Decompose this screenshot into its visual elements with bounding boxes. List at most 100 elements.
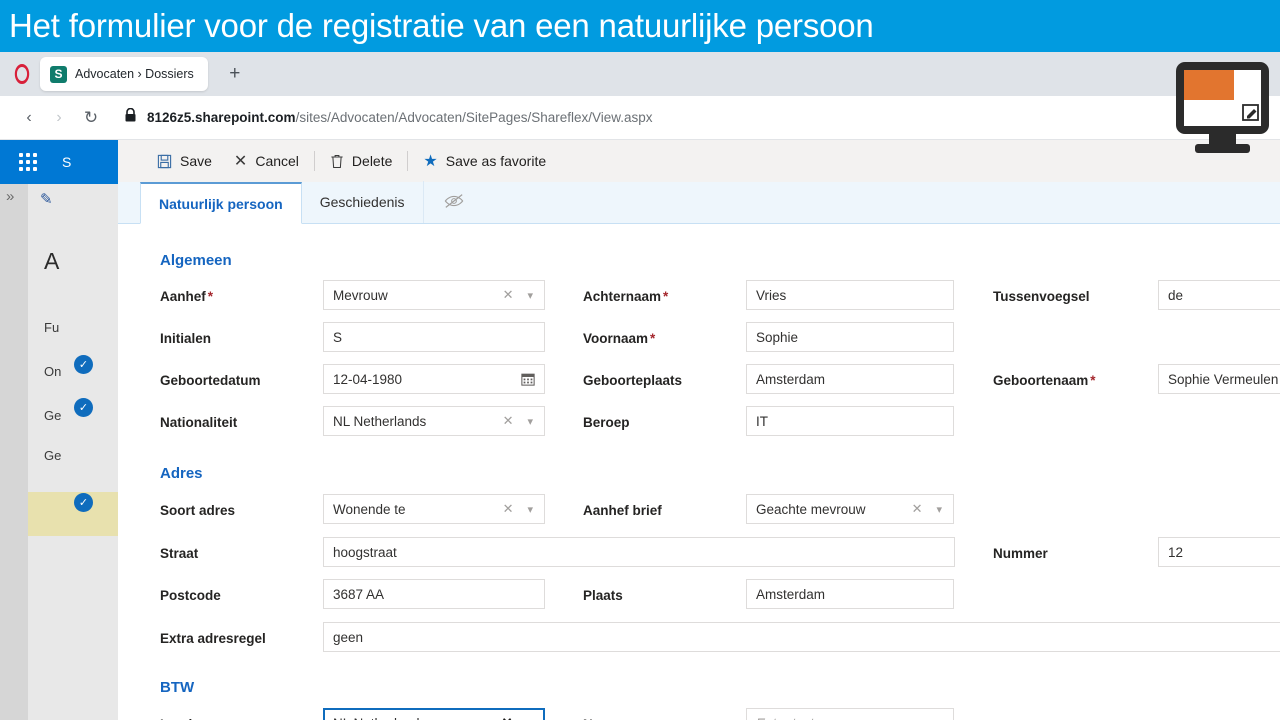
form-dialog: Save ✕ Cancel Delete ★ Save as favorite … (118, 140, 1280, 720)
browser-address-bar: ‹ › ↻ 8126z5.sharepoint.com/sites/Advoca… (0, 96, 1280, 140)
sharepoint-waffle-button[interactable] (0, 140, 56, 184)
background-label-3: Ge (44, 408, 62, 423)
field-aanhef-brief-value: Geachte mevrouw (756, 501, 866, 517)
clear-icon[interactable]: ✕ (503, 413, 514, 429)
field-btw-nummer[interactable]: Enter text (746, 708, 954, 720)
browser-window: S Advocaten › Dossiers + ‹ › ↻ 8126z5.sh… (0, 52, 1280, 720)
label-initialen: Initialen (160, 331, 212, 346)
sharepoint-icon: S (50, 65, 67, 83)
section-title-adres: Adres (160, 465, 203, 482)
label-straat: Straat (160, 546, 199, 561)
cancel-label: Cancel (255, 153, 299, 169)
save-as-favorite-button[interactable]: ★ Save as favorite (412, 140, 557, 182)
field-plaats[interactable]: Amsterdam (746, 579, 954, 609)
eye-slash-icon (444, 193, 464, 212)
clear-icon[interactable]: ✕ (503, 287, 514, 303)
label-geboortedatum: Geboortedatum (160, 373, 261, 388)
label-plaats: Plaats (583, 588, 623, 603)
clear-icon[interactable]: ✕ (503, 501, 514, 517)
field-voornaam-value: Sophie (756, 329, 799, 345)
url-text[interactable]: 8126z5.sharepoint.com/sites/Advocaten/Ad… (147, 110, 653, 125)
label-postcode: Postcode (160, 588, 221, 603)
chevron-down-icon[interactable]: ▾ (936, 503, 942, 516)
field-geboortedatum[interactable]: 12-04-1980 (323, 364, 545, 394)
trash-icon (330, 154, 344, 169)
field-geboortenaam[interactable]: Sophie Vermeulen (1158, 364, 1280, 394)
field-initialen-value: S (333, 329, 343, 345)
save-label: Save (180, 153, 212, 169)
field-geboortenaam-value: Sophie Vermeulen (1168, 371, 1279, 387)
lock-icon (124, 107, 137, 128)
field-aanhef[interactable]: Mevrouw ✕ ▾ (323, 280, 545, 310)
close-icon: ✕ (233, 153, 248, 170)
cancel-button[interactable]: ✕ Cancel (223, 140, 310, 182)
field-soort-adres[interactable]: Wonende te ✕ ▾ (323, 494, 545, 524)
background-highlighted-row (28, 492, 118, 536)
edit-pencil-icon: ✎ (40, 191, 53, 208)
tab-natuurlijk-persoon[interactable]: Natuurlijk persoon (140, 182, 302, 224)
field-achternaam-value: Vries (756, 287, 787, 303)
field-aanhef-brief[interactable]: Geachte mevrouw ✕ ▾ (746, 494, 954, 524)
field-beroep[interactable]: IT (746, 406, 954, 436)
field-extra-adresregel[interactable]: geen (323, 622, 1280, 652)
label-aanhef: Aanhef * (160, 289, 214, 304)
save-button[interactable]: Save (146, 140, 223, 182)
background-left-rail (0, 184, 28, 720)
background-title: A (44, 248, 60, 274)
label-geboortenaam: Geboortenaam * (993, 373, 1096, 388)
chevron-down-icon[interactable]: ▾ (526, 717, 532, 720)
field-nationaliteit[interactable]: NL Netherlands ✕ ▾ (323, 406, 545, 436)
waffle-icon (19, 153, 37, 171)
page-banner: Het formulier voor de registratie van ee… (0, 0, 1280, 52)
chevron-down-icon[interactable]: ▾ (527, 503, 533, 516)
page-content: S » ✎ A Fu On Ge Ge ✓ ✓ ✓ Advoca (0, 140, 1280, 720)
tab-hidden-fields[interactable] (424, 181, 484, 223)
field-straat[interactable]: hoogstraat (323, 537, 955, 567)
field-geboorteplaats[interactable]: Amsterdam (746, 364, 954, 394)
opera-logo-icon (14, 64, 30, 84)
field-nationaliteit-value: NL Netherlands (333, 413, 427, 429)
background-label-4: Ge (44, 448, 62, 463)
label-nummer: Nummer (993, 546, 1048, 561)
field-postcode[interactable]: 3687 AA (323, 579, 545, 609)
new-tab-button[interactable]: + (222, 61, 248, 87)
label-geboorteplaats: Geboorteplaats (583, 373, 683, 388)
section-title-btw: BTW (160, 679, 195, 696)
back-icon[interactable]: ‹ (14, 103, 44, 133)
label-tussenvoegsel: Tussenvoegsel (993, 289, 1090, 304)
label-beroep: Beroep (583, 415, 630, 430)
form-body: Algemeen Aanhef * Mevrouw ✕ ▾ Achternaam *… (118, 224, 1280, 720)
field-initialen[interactable]: S (323, 322, 545, 352)
browser-tab[interactable]: S Advocaten › Dossiers (40, 57, 208, 91)
field-tussenvoegsel[interactable]: de (1158, 280, 1280, 310)
field-nummer[interactable]: 12 (1158, 537, 1280, 567)
field-land[interactable]: NL Netherlands ✕ ▾ (323, 708, 545, 720)
chevron-down-icon[interactable]: ▾ (527, 415, 533, 428)
form-tab-bar: Natuurlijk persoon Geschiedenis (118, 181, 1280, 224)
browser-tab-title: Advocaten › Dossiers (75, 67, 194, 81)
chevron-down-icon[interactable]: ▾ (527, 289, 533, 302)
tab-natuurlijk-persoon-label: Natuurlijk persoon (159, 195, 283, 212)
label-achternaam: Achternaam * (583, 289, 669, 304)
reload-icon[interactable]: ↻ (76, 103, 106, 133)
calendar-icon[interactable] (521, 372, 535, 386)
field-extra-adresregel-value: geen (333, 629, 364, 645)
clear-icon[interactable]: ✕ (502, 715, 513, 720)
delete-button[interactable]: Delete (319, 140, 403, 182)
label-extra-adresregel: Extra adresregel (160, 631, 266, 646)
field-straat-value: hoogstraat (333, 544, 397, 560)
field-voornaam[interactable]: Sophie (746, 322, 954, 352)
field-btw-nummer-placeholder: Enter text (756, 716, 953, 720)
screen-recording-overlay-icon (1165, 55, 1280, 170)
selected-check-icon: ✓ (74, 355, 93, 374)
banner-title: Het formulier voor de registratie van ee… (9, 7, 874, 44)
field-soort-adres-value: Wonende te (333, 501, 406, 517)
field-achternaam[interactable]: Vries (746, 280, 954, 310)
label-soort-adres: Soort adres (160, 503, 236, 518)
clear-icon[interactable]: ✕ (912, 501, 923, 517)
expand-chevron-icon[interactable]: » (6, 188, 14, 205)
forward-icon: › (56, 108, 62, 126)
selected-check-icon: ✓ (74, 398, 93, 417)
tab-geschiedenis[interactable]: Geschiedenis (302, 181, 424, 223)
background-label-2: On (44, 364, 62, 379)
